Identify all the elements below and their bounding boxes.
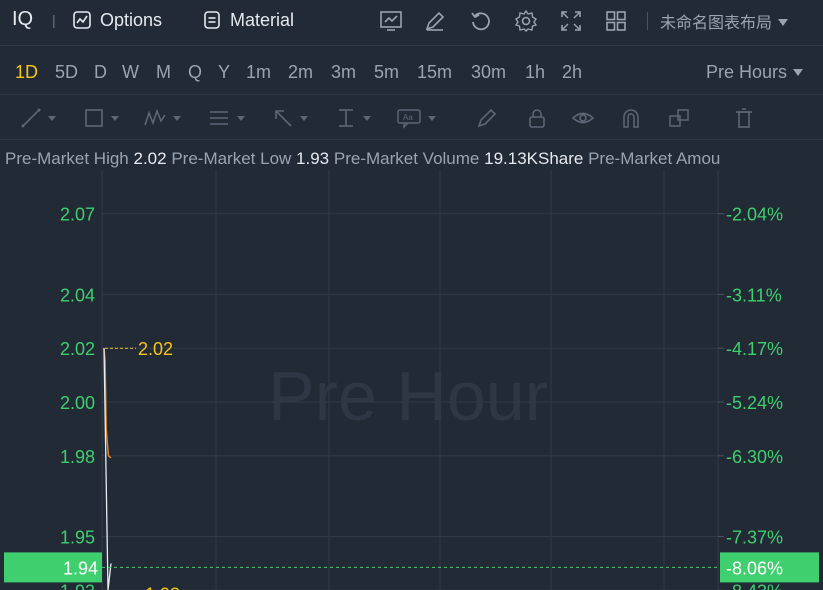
session-selector[interactable]: Pre Hours — [706, 62, 804, 83]
material-label: Material — [230, 9, 295, 30]
fibonacci-lines-icon — [210, 111, 228, 125]
period-d[interactable]: D — [94, 62, 107, 83]
brush-icon — [477, 108, 497, 128]
current-pct-label: -8.06% — [726, 558, 783, 578]
pct-tick-label: -4.17% — [726, 339, 783, 359]
layout-grid-icon[interactable] — [603, 8, 629, 34]
price-line-lower — [103, 348, 112, 590]
price-tick-label: 2.07 — [60, 205, 95, 225]
trend-line-icon — [21, 108, 41, 128]
period-5m[interactable]: 5m — [374, 62, 399, 83]
chevron-down-icon — [778, 19, 789, 26]
price-tick-label: 1.95 — [60, 528, 95, 548]
low-value: 1.93 — [296, 149, 330, 168]
amount-label: Pre-Market Amou — [588, 149, 721, 168]
visibility-tool[interactable] — [571, 106, 595, 130]
trash-icon — [736, 108, 752, 128]
volume-label: Pre-Market Volume — [333, 149, 480, 168]
pct-tick-label: -3.11% — [726, 285, 782, 305]
pattern-wave-icon — [144, 108, 166, 126]
period-2h[interactable]: 2h — [562, 62, 582, 83]
options-label: Options — [100, 9, 163, 30]
trend-line-tool[interactable] — [20, 106, 56, 130]
fullscreen-icon[interactable] — [558, 8, 584, 34]
period-1m[interactable]: 1m — [246, 62, 271, 83]
period-selector-bar: 1D 5D D W M Q Y 1m 2m 3m 5m 15m 30m 1h 2… — [0, 47, 823, 95]
layers-tool[interactable] — [667, 106, 691, 130]
period-3m[interactable]: 3m — [331, 62, 356, 83]
pct-tick-label: -2.04% — [726, 205, 783, 225]
high-value: 2.02 — [133, 149, 167, 168]
rectangle-tool[interactable] — [83, 106, 119, 130]
price-tick-label: 1.98 — [60, 447, 95, 467]
rectangle-icon — [85, 109, 103, 127]
period-w[interactable]: W — [122, 62, 139, 83]
price-tick-label: 1.93 — [60, 581, 95, 590]
magnet-tool[interactable] — [620, 106, 642, 130]
delete-tool[interactable] — [733, 106, 755, 130]
chevron-down-icon — [793, 69, 804, 76]
fibonacci-tool[interactable] — [207, 106, 245, 130]
material-doc-icon — [204, 11, 220, 29]
price-tick-label: 2.04 — [60, 285, 95, 305]
session-label: Pre Hours — [706, 62, 788, 82]
ticker-symbol[interactable]: IQ — [12, 8, 33, 31]
period-y[interactable]: Y — [218, 62, 230, 83]
period-15m[interactable]: 15m — [417, 62, 452, 83]
drawing-toolbar: Aa — [0, 96, 823, 140]
brush-tool[interactable] — [476, 106, 498, 130]
pattern-tool[interactable] — [143, 106, 181, 130]
layout-name-label: 未命名图表布局 — [660, 15, 773, 32]
high-marker-label: 2.02 — [138, 339, 173, 359]
text-tool[interactable]: Aa — [396, 106, 436, 130]
refresh-icon[interactable] — [468, 8, 494, 34]
svg-text:Aa: Aa — [403, 113, 413, 122]
price-chart[interactable]: Pre Hour2.072.042.022.001.981.951.93-0.9… — [0, 170, 823, 590]
arrow-icon — [275, 110, 292, 127]
pct-tick-label: -6.30% — [726, 447, 783, 467]
measure-tool[interactable] — [335, 106, 371, 130]
indicator-icon[interactable] — [378, 8, 404, 34]
price-tick-label: 2.00 — [60, 393, 95, 413]
period-1h[interactable]: 1h — [525, 62, 545, 83]
period-30m[interactable]: 30m — [471, 62, 506, 83]
lock-icon — [529, 109, 545, 128]
period-5d[interactable]: 5D — [55, 62, 78, 83]
high-label: Pre-Market High — [5, 149, 129, 168]
top-toolbar: IQ | Options Material 未命名图表布局 — [0, 0, 823, 46]
draw-icon[interactable] — [422, 8, 448, 34]
period-m[interactable]: M — [156, 62, 171, 83]
options-chart-icon — [73, 11, 91, 29]
eye-icon — [571, 112, 595, 124]
lock-tool[interactable] — [526, 106, 548, 130]
settings-icon[interactable] — [513, 8, 539, 34]
pct-tick-label: -8.43% — [726, 581, 783, 590]
low-marker-label: 1.93 — [145, 584, 180, 590]
options-button[interactable]: Options — [72, 7, 162, 33]
low-label: Pre-Market Low — [171, 149, 292, 168]
material-button[interactable]: Material — [202, 7, 294, 33]
pct-tick-label: -5.24% — [726, 393, 783, 413]
volume-value: 19.13KShare — [484, 149, 584, 168]
pct-tick-label: -7.37% — [726, 528, 783, 548]
magnet-icon — [623, 109, 639, 128]
period-2m[interactable]: 2m — [288, 62, 313, 83]
watermark-text: Pre Hour — [268, 357, 548, 435]
current-price-label: 1.94 — [63, 558, 98, 578]
premarket-stats: Pre-Market High 2.02 Pre-Market Low 1.93… — [5, 149, 823, 169]
period-1d[interactable]: 1D — [15, 62, 38, 83]
toolbar-divider — [647, 12, 648, 30]
period-q[interactable]: Q — [188, 62, 202, 83]
layers-icon — [669, 109, 689, 127]
layout-selector[interactable]: 未命名图表布局 — [660, 9, 789, 33]
ticker-separator: | — [52, 12, 56, 28]
text-box-icon: Aa — [397, 109, 421, 129]
measure-icon — [339, 109, 353, 127]
price-tick-label: 2.02 — [60, 339, 95, 359]
arrow-tool[interactable] — [272, 106, 308, 130]
